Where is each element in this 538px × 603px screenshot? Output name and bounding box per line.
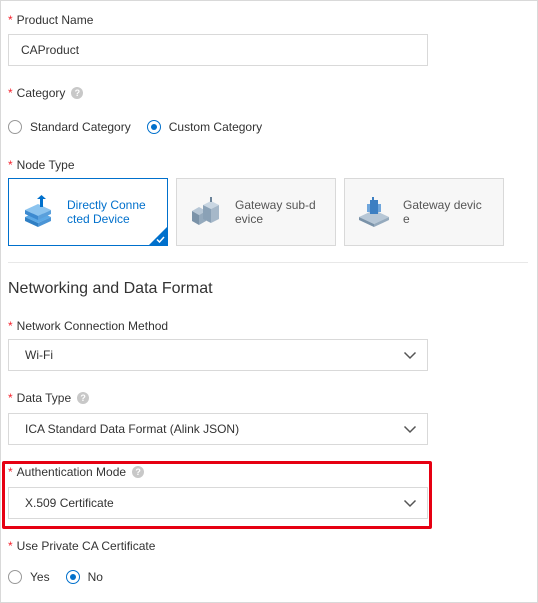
- question-icon[interactable]: ?: [71, 87, 84, 99]
- node-type-card-gateway[interactable]: Gateway device: [344, 178, 504, 246]
- auth-mode-label: * Authentication Mode ?: [8, 465, 145, 479]
- section-title: Networking and Data Format: [8, 280, 213, 297]
- required-mark: *: [8, 391, 13, 405]
- private-ca-label: * Use Private CA Certificate: [8, 539, 156, 553]
- question-icon[interactable]: ?: [132, 466, 145, 478]
- chevron-down-icon: [403, 351, 417, 360]
- product-name-label: * Product Name: [8, 13, 94, 27]
- chevron-down-icon: [403, 425, 417, 434]
- radio-circle-selected: [146, 120, 161, 134]
- required-mark: *: [8, 539, 13, 553]
- network-method-label: * Network Connection Method: [8, 319, 169, 333]
- radio-yes[interactable]: Yes: [8, 570, 50, 584]
- radio-custom-category[interactable]: Custom Category: [146, 120, 262, 134]
- required-mark: *: [8, 319, 13, 333]
- data-type-label: * Data Type ?: [8, 391, 90, 405]
- node-type-card-gateway-sub[interactable]: Gateway sub-device: [176, 178, 336, 246]
- private-ca-radio-group: Yes No: [8, 570, 119, 584]
- radio-standard-category[interactable]: Standard Category: [8, 120, 131, 134]
- sub-device-icon: [192, 197, 219, 225]
- node-type-label: * Node Type: [8, 158, 75, 172]
- radio-circle-selected: [65, 570, 80, 584]
- required-mark: *: [8, 13, 13, 27]
- required-mark: *: [8, 465, 13, 479]
- radio-circle: [8, 570, 22, 584]
- device-stack-icon: [25, 195, 51, 227]
- data-type-select[interactable]: ICA Standard Data Format (Alink JSON): [8, 413, 428, 445]
- gateway-icon: [359, 197, 389, 227]
- network-method-select[interactable]: Wi-Fi: [8, 339, 428, 371]
- radio-circle: [8, 120, 22, 134]
- required-mark: *: [8, 86, 13, 100]
- auth-mode-select[interactable]: X.509 Certificate: [8, 487, 428, 519]
- radio-no[interactable]: No: [65, 570, 103, 584]
- check-icon: [156, 236, 165, 243]
- section-divider: [8, 262, 528, 263]
- required-mark: *: [8, 158, 13, 172]
- question-icon[interactable]: ?: [77, 392, 90, 404]
- category-label: * Category ?: [8, 86, 84, 100]
- product-name-input[interactable]: [8, 34, 428, 66]
- chevron-down-icon: [403, 499, 417, 508]
- category-radio-group: Standard Category Custom Category: [8, 120, 278, 134]
- node-type-card-direct[interactable]: Directly Connected Device: [8, 178, 168, 246]
